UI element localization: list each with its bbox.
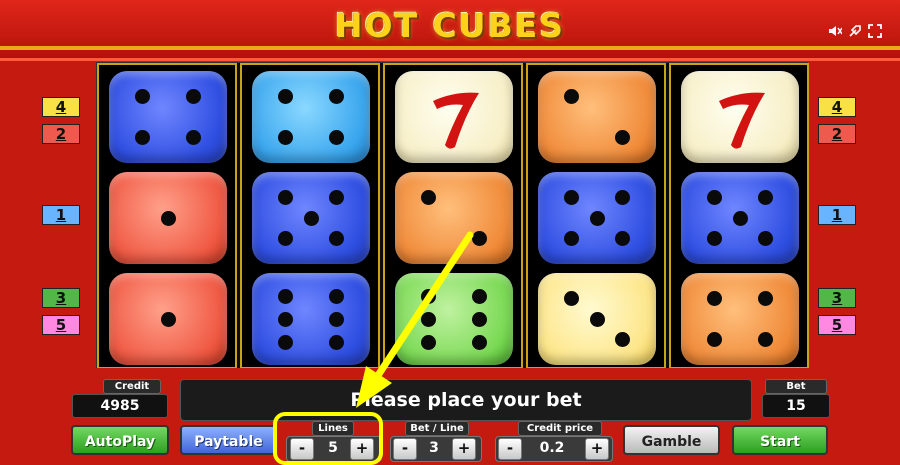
arrow-annotation-icon [356, 231, 474, 408]
